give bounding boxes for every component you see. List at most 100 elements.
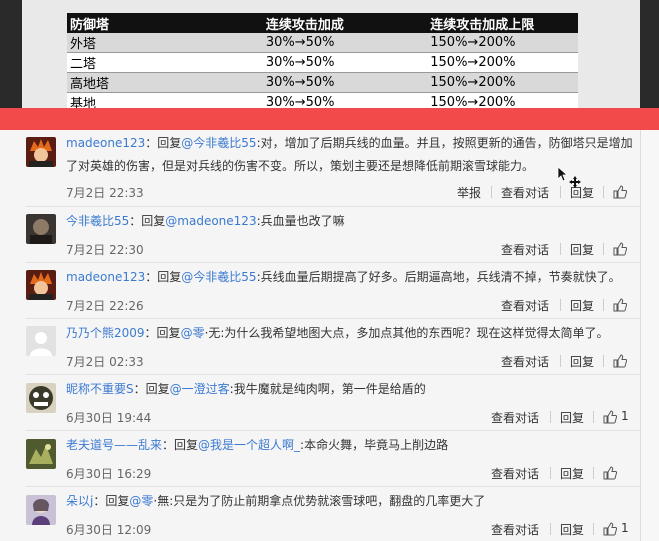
default-avatar-icon [26,326,56,356]
red-banner [0,108,659,130]
action-separator [560,299,561,311]
table-row: 高地塔 30%→50% 150%→200% [67,72,578,93]
right-scroll-area [640,130,659,541]
tower-stats-table: 防御塔 连续攻击加成 连续攻击加成上限 外塔 30%→50% 150%→200%… [67,13,578,113]
view-dialog-button[interactable]: 查看对话 [491,521,539,538]
comment-item: 朵以j：回复@零·無:只是为了防止前期拿点优势就滚雪球吧，翻盘的几率更大了 6月… [0,487,640,541]
like-thumb-icon[interactable] [613,185,627,199]
username-link[interactable]: 今非羲比55 [66,214,129,228]
username-link[interactable]: 朵以j [66,494,93,508]
table-header: 防御塔 [67,13,129,33]
reply-button[interactable]: 回复 [560,465,584,482]
action-separator [560,243,561,255]
action-separator [560,186,561,198]
comment-time: 7月2日 02:33 [66,355,144,369]
comment-text: 了对英雄的伤害，但是对兵线的伤害不变。所以，策划主要还是想降低前期滚雪球能力。 [66,159,535,173]
mention-link[interactable]: @今非羲比55 [181,270,256,284]
cursor-icon [557,166,569,182]
username-link[interactable]: madeone123 [66,270,145,284]
like-thumb-icon[interactable] [603,522,617,536]
mention-link[interactable]: @今非羲比55 [181,136,256,150]
avatar[interactable] [26,214,56,244]
comment-text-line: madeone123：回复@今非羲比55:对，增加了后期兵线的血量。并且，按照更… [66,132,633,154]
reply-prefix: ：回复 [162,438,199,452]
comment-item: 乃乃个熊2009：回复@零·无:为什么我希望地图大点，多加点其他的东西呢？现在这… [0,319,640,375]
table-cell: 二塔 [67,52,129,73]
like-thumb-icon[interactable] [613,354,627,368]
comment-item: madeone123：回复@今非羲比55:兵线血量后期提高了好多。后期逼高地，兵… [0,263,640,319]
comment-time: 6月30日 12:09 [66,523,152,537]
table-cell: 30%→50% [128,33,429,53]
username-link[interactable]: 乃乃个熊2009 [66,326,145,340]
comment-text: :兵血量也改了嘛 [256,214,345,228]
action-separator [603,299,604,311]
like-count: 1 [621,521,629,535]
mention-link[interactable]: @零 [181,326,205,340]
table-row: 外塔 30%→50% 150%→200% [67,33,578,53]
table-header-row: 防御塔 连续攻击加成 连续攻击加成上限 [67,13,578,33]
comment-text-line: madeone123：回复@今非羲比55:兵线血量后期提高了好多。后期逼高地，兵… [66,266,621,288]
table-cell: 150%→200% [428,33,578,53]
view-dialog-button[interactable]: 查看对话 [501,353,549,370]
action-separator [491,186,492,198]
like-count: 1 [621,409,629,423]
view-dialog-button[interactable]: 查看对话 [501,184,549,201]
reply-button[interactable]: 回复 [570,241,594,258]
username-link[interactable]: madeone123 [66,136,145,150]
reply-button[interactable]: 回复 [560,409,584,426]
like-thumb-icon[interactable] [603,466,617,480]
username-link[interactable]: 老夫道号——乱来 [66,438,162,452]
comment-text-line: 今非羲比55：回复@madeone123:兵血量也改了嘛 [66,210,345,232]
table-cell: 30%→50% [128,72,429,93]
avatar-image [26,495,56,525]
avatar[interactable] [26,383,56,413]
reply-button[interactable]: 回复 [560,521,584,538]
comment-item: madeone123：回复@今非羲比55:对，增加了后期兵线的血量。并且，按照更… [0,130,640,206]
reply-button[interactable]: 回复 [570,297,594,314]
comment-item: 老夫道号——乱来：回复@我是一个超人啊_:本命火舞，毕竟马上削边路 6月30日 … [0,431,640,487]
mention-link[interactable]: @我是一个超人啊_ [198,438,300,452]
view-dialog-button[interactable]: 查看对话 [501,297,549,314]
comment-text: :对，增加了后期兵线的血量。并且，按照更新的通告，防御塔只是增加 [256,136,633,150]
mention-link[interactable]: @零 [129,494,153,508]
username-link[interactable]: 昵称不重要S [66,382,134,396]
reply-prefix: ：回复 [93,494,130,508]
comment-item: 今非羲比55：回复@madeone123:兵血量也改了嘛 7月2日 22:30 … [0,207,640,263]
report-button[interactable]: 举报 [457,184,481,201]
view-dialog-button[interactable]: 查看对话 [491,465,539,482]
avatar[interactable] [26,439,56,469]
avatar[interactable] [26,326,56,356]
comment-item: 昵称不重要S：回复@一澄过客:我牛魔就是纯肉啊，第一件是给盾的 6月30日 19… [0,375,640,431]
reply-prefix: ：回复 [144,326,181,340]
comment-time: 7月2日 22:33 [66,186,144,200]
view-dialog-button[interactable]: 查看对话 [491,409,539,426]
comment-text: ·无:为什么我希望地图大点，多加点其他的东西呢？现在这样觉得太简单了。 [204,326,609,340]
table-cell: 高地塔 [67,72,129,93]
action-separator [603,186,604,198]
action-separator [550,411,551,423]
avatar[interactable] [26,270,56,300]
like-thumb-icon[interactable] [613,242,627,256]
view-dialog-button[interactable]: 查看对话 [501,241,549,258]
table-cell: 30%→50% [128,52,429,73]
mention-link[interactable]: @一澄过客 [170,382,230,396]
reply-prefix: ：回复 [133,382,170,396]
like-thumb-icon[interactable] [603,410,617,424]
avatar-image [26,383,56,413]
action-separator [603,243,604,255]
comment-text-line: 了对英雄的伤害，但是对兵线的伤害不变。所以，策划主要还是想降低前期滚雪球能力。 [66,155,534,177]
avatar[interactable] [26,495,56,525]
comment-time: 7月2日 22:26 [66,299,144,313]
comment-time: 6月30日 19:44 [66,411,152,425]
table-row: 二塔 30%→50% 150%→200% [67,52,578,73]
mention-link[interactable]: @madeone123 [165,214,256,228]
table-cell: 150%→200% [428,72,578,93]
move-cursor-icon [569,176,581,188]
reply-button[interactable]: 回复 [570,353,594,370]
comment-text-line: 老夫道号——乱来：回复@我是一个超人啊_:本命火舞，毕竟马上削边路 [66,434,448,456]
avatar[interactable] [26,137,56,167]
reply-prefix: ：回复 [129,214,166,228]
like-thumb-icon[interactable] [613,298,627,312]
comment-text-line: 昵称不重要S：回复@一澄过客:我牛魔就是纯肉啊，第一件是给盾的 [66,378,426,400]
reply-prefix: ：回复 [145,270,182,284]
